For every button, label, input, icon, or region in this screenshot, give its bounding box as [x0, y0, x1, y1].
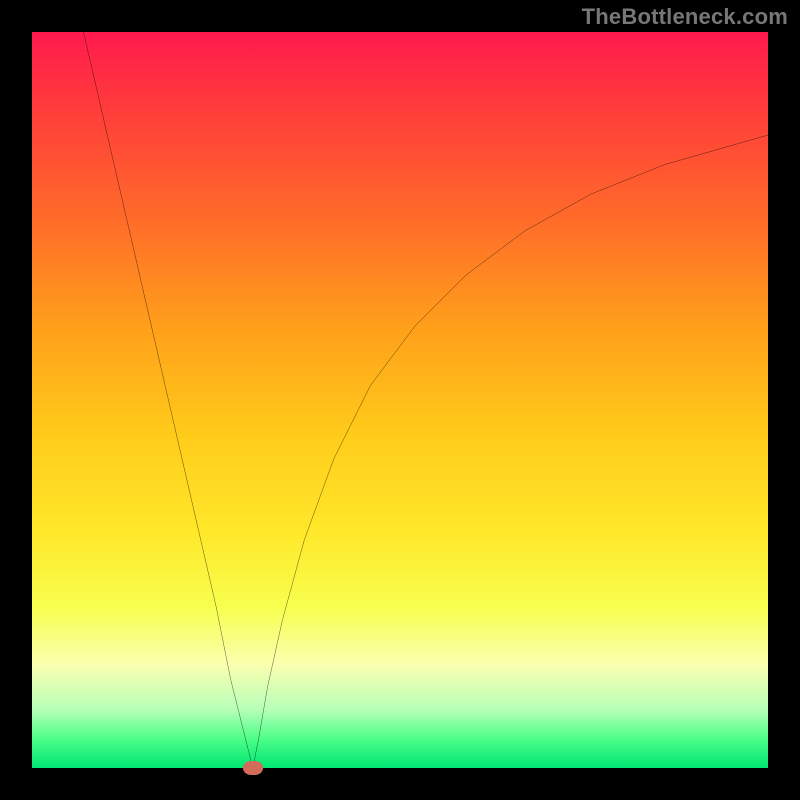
minimum-marker: [243, 761, 263, 775]
curve-svg: [32, 32, 768, 768]
curve-left-branch: [84, 32, 253, 768]
curve-right-branch: [253, 135, 768, 768]
watermark-text: TheBottleneck.com: [582, 4, 788, 30]
chart-frame: TheBottleneck.com: [0, 0, 800, 800]
plot-area: [32, 32, 768, 768]
